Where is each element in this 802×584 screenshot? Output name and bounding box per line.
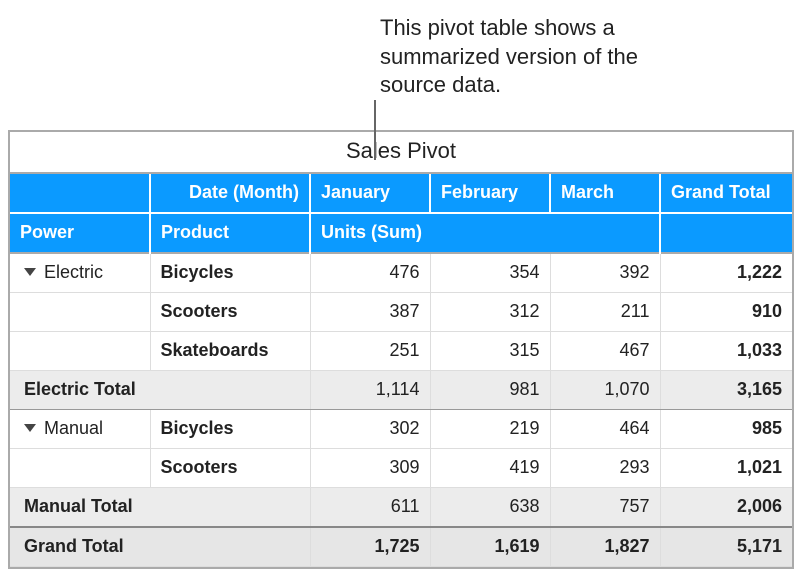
value-cell: 476 <box>310 253 430 293</box>
product-cell[interactable]: Bicycles <box>150 253 310 293</box>
subtotal-cell: 638 <box>430 487 550 527</box>
chevron-down-icon <box>24 268 36 276</box>
column-header-row: Date (Month) January February March Gran… <box>10 174 792 213</box>
table-row: Manual Bicycles 302 219 464 985 <box>10 409 792 448</box>
callout-text: This pivot table shows a summarized vers… <box>380 0 680 100</box>
value-cell: 419 <box>430 448 550 487</box>
value-cell: 312 <box>430 292 550 331</box>
value-cell: 392 <box>550 253 660 293</box>
group-toggle-electric[interactable]: Electric <box>10 253 150 293</box>
subtotal-label: Manual Total <box>10 487 310 527</box>
grand-total-label: Grand Total <box>10 527 310 567</box>
grand-total-cell: 1,619 <box>430 527 550 567</box>
empty-cell <box>10 292 150 331</box>
chevron-down-icon <box>24 424 36 432</box>
subtotal-cell: 757 <box>550 487 660 527</box>
measure-header[interactable]: Units (Sum) <box>310 213 660 253</box>
row-total-cell: 1,222 <box>660 253 792 293</box>
grand-total-header[interactable]: Grand Total <box>660 174 792 213</box>
table-row: Scooters 309 419 293 1,021 <box>10 448 792 487</box>
empty-cell <box>10 448 150 487</box>
subtotal-label: Electric Total <box>10 370 310 409</box>
subtotal-total-cell: 2,006 <box>660 487 792 527</box>
pivot-table: Sales Pivot Date (Month) January Februar… <box>8 130 794 569</box>
value-cell: 302 <box>310 409 430 448</box>
grand-total-cell: 1,827 <box>550 527 660 567</box>
blank-header-2 <box>660 213 792 253</box>
value-cell: 387 <box>310 292 430 331</box>
pivot-table-title: Sales Pivot <box>10 132 792 174</box>
value-cell: 293 <box>550 448 660 487</box>
subtotal-cell: 1,114 <box>310 370 430 409</box>
product-cell[interactable]: Bicycles <box>150 409 310 448</box>
value-cell: 309 <box>310 448 430 487</box>
row-header-row: Power Product Units (Sum) <box>10 213 792 253</box>
callout-leader-line <box>374 100 376 160</box>
value-cell: 251 <box>310 331 430 370</box>
power-header[interactable]: Power <box>10 213 150 253</box>
subtotal-row-manual: Manual Total 611 638 757 2,006 <box>10 487 792 527</box>
month-header-january[interactable]: January <box>310 174 430 213</box>
month-header-march[interactable]: March <box>550 174 660 213</box>
grand-total-cell: 1,725 <box>310 527 430 567</box>
subtotal-cell: 1,070 <box>550 370 660 409</box>
row-total-cell: 1,021 <box>660 448 792 487</box>
grand-total-row: Grand Total 1,725 1,619 1,827 5,171 <box>10 527 792 567</box>
month-header-february[interactable]: February <box>430 174 550 213</box>
table-row: Electric Bicycles 476 354 392 1,222 <box>10 253 792 293</box>
product-header[interactable]: Product <box>150 213 310 253</box>
value-cell: 315 <box>430 331 550 370</box>
value-cell: 211 <box>550 292 660 331</box>
grand-total-total-cell: 5,171 <box>660 527 792 567</box>
value-cell: 219 <box>430 409 550 448</box>
blank-header <box>10 174 150 213</box>
subtotal-cell: 981 <box>430 370 550 409</box>
empty-cell <box>10 331 150 370</box>
value-cell: 467 <box>550 331 660 370</box>
value-cell: 354 <box>430 253 550 293</box>
table-row: Skateboards 251 315 467 1,033 <box>10 331 792 370</box>
row-total-cell: 910 <box>660 292 792 331</box>
row-total-cell: 1,033 <box>660 331 792 370</box>
product-cell[interactable]: Skateboards <box>150 331 310 370</box>
date-field-header[interactable]: Date (Month) <box>150 174 310 213</box>
product-cell[interactable]: Scooters <box>150 292 310 331</box>
value-cell: 464 <box>550 409 660 448</box>
subtotal-total-cell: 3,165 <box>660 370 792 409</box>
subtotal-cell: 611 <box>310 487 430 527</box>
product-cell[interactable]: Scooters <box>150 448 310 487</box>
table-row: Scooters 387 312 211 910 <box>10 292 792 331</box>
subtotal-row-electric: Electric Total 1,114 981 1,070 3,165 <box>10 370 792 409</box>
row-total-cell: 985 <box>660 409 792 448</box>
group-toggle-manual[interactable]: Manual <box>10 409 150 448</box>
